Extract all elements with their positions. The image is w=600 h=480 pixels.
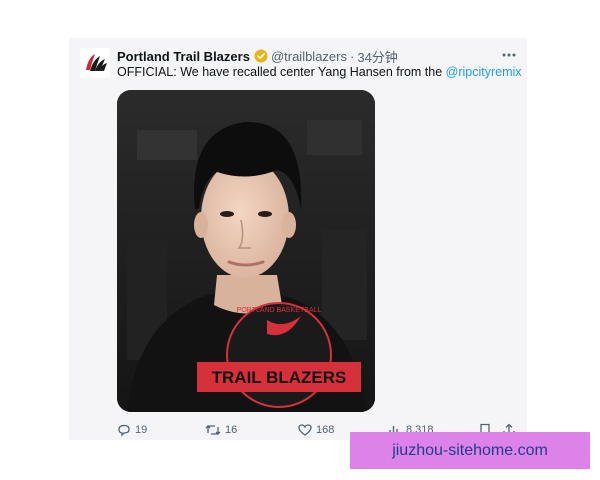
more-options-button[interactable] [500, 46, 518, 64]
tweet-photo[interactable]: TRAIL BLAZERS PORTLAND BASKETBALL [117, 90, 375, 412]
retweet-button[interactable]: 16 [205, 420, 237, 440]
like-button[interactable]: 168 [298, 420, 334, 440]
retweet-icon [205, 425, 221, 435]
tweet-text: OFFICIAL: We have recalled center Yang H… [117, 65, 522, 79]
avatar[interactable] [80, 48, 110, 78]
mention-link[interactable]: @ripcityremix [446, 65, 522, 79]
like-count: 168 [316, 424, 335, 436]
retweet-count: 16 [225, 424, 238, 436]
separator: · [350, 48, 355, 64]
shirt-arc-text: PORTLAND BASKETBALL [237, 307, 322, 314]
player-photo: TRAIL BLAZERS PORTLAND BASKETBALL [117, 90, 375, 412]
reply-button[interactable]: 19 [117, 420, 147, 440]
watermark-banner: jiuzhou-sitehome.com [350, 432, 590, 469]
watermark-text: jiuzhou-sitehome.com [392, 441, 548, 459]
trail-blazers-logo-icon [80, 48, 110, 78]
author-handle[interactable]: @trailblazers [271, 49, 347, 64]
tweet-header: Portland Trail Blazers @trailblazers · 3… [117, 47, 398, 65]
verified-badge-icon [254, 49, 268, 63]
reply-count: 19 [135, 424, 148, 436]
author-name[interactable]: Portland Trail Blazers [117, 49, 250, 64]
more-dots-icon [502, 53, 516, 57]
timestamp[interactable]: 34分钟 [357, 47, 397, 66]
heart-icon [298, 424, 312, 436]
reply-icon [118, 424, 130, 437]
shirt-text: TRAIL BLAZERS [212, 368, 347, 387]
tweet-text-body: OFFICIAL: We have recalled center Yang H… [117, 65, 446, 79]
